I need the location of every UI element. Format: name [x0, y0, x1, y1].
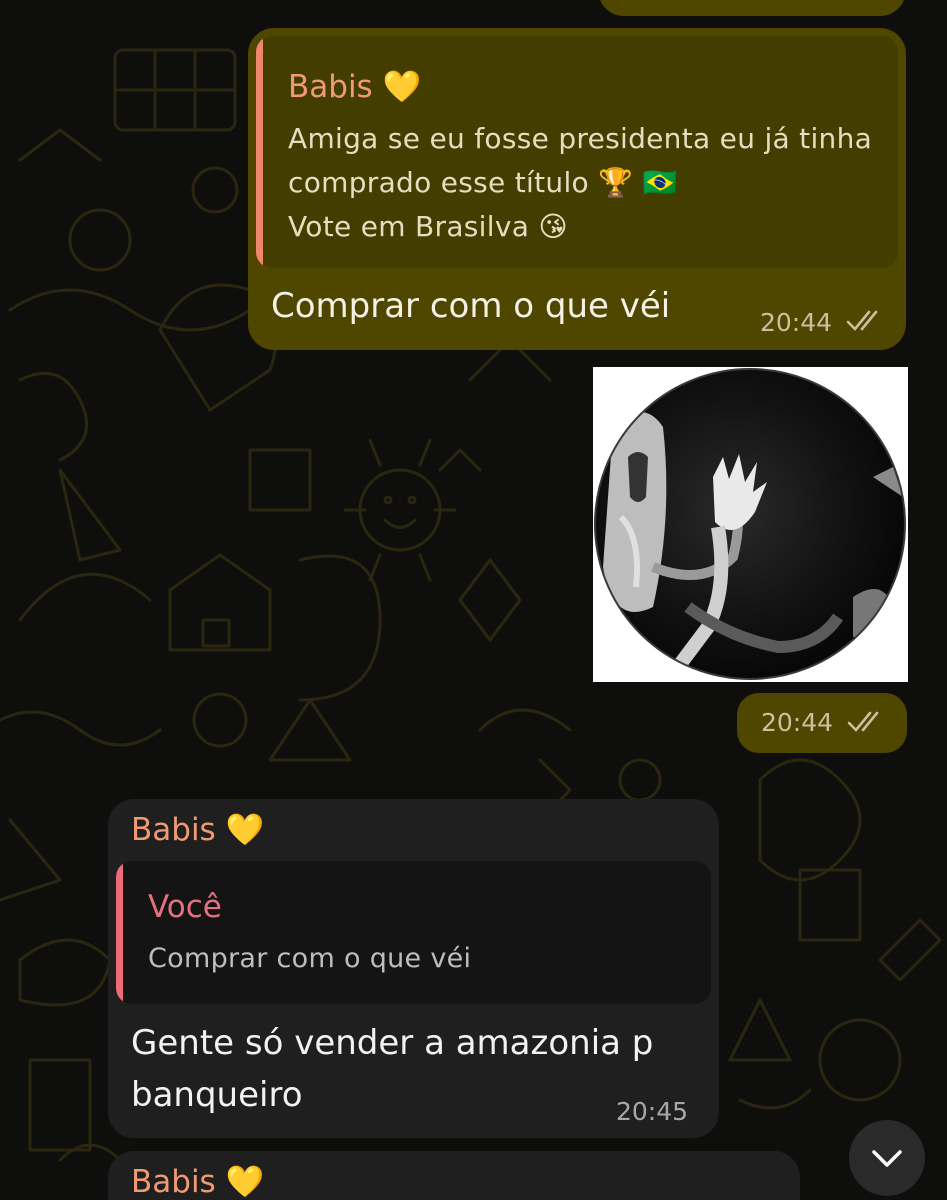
message-text-line: Gente só vender a amazonia p [131, 1023, 654, 1063]
message-time: 20:44 [760, 308, 833, 337]
outgoing-message[interactable]: Babis 💛 Amiga se eu fosse presidenta eu … [248, 28, 906, 350]
incoming-message[interactable]: Babis 💛 [108, 1151, 800, 1200]
quote-text-line: Amiga se eu fosse presidenta eu já tinha [288, 122, 873, 155]
quote-text: Comprar com o que véi [148, 943, 472, 974]
quote-accent-bar [116, 861, 123, 1004]
chevron-down-icon [872, 1150, 902, 1167]
message-text-line: banqueiro [131, 1075, 303, 1115]
message-time: 20:45 [616, 1097, 689, 1126]
sticker-time-badge: 20:44 [737, 693, 907, 753]
scroll-to-bottom-button[interactable] [849, 1120, 925, 1196]
sticker-image[interactable] [593, 367, 908, 682]
reply-quote[interactable]: Você Comprar com o que véi [116, 861, 711, 1004]
message-text: Comprar com o que véi [271, 286, 671, 326]
sender-name[interactable]: Babis 💛 [131, 1163, 264, 1200]
quote-text-line: Vote em Brasilva 😘 [288, 210, 568, 243]
double-check-icon [846, 310, 878, 331]
previous-message-bubble[interactable] [598, 0, 906, 16]
quote-sender-name: Babis 💛 [288, 69, 422, 105]
chat-area[interactable]: Babis 💛 Amiga se eu fosse presidenta eu … [0, 0, 947, 1200]
sender-name[interactable]: Babis 💛 [131, 811, 264, 848]
incoming-message[interactable]: Babis 💛 Você Comprar com o que véi Gente… [108, 799, 719, 1138]
message-time: 20:44 [761, 708, 834, 737]
quote-sender-name: Você [148, 889, 222, 925]
quote-text-line: comprado esse título 🏆 🇧🇷 [288, 166, 678, 199]
sticker-artwork [594, 368, 906, 680]
double-check-icon [847, 711, 879, 732]
quote-accent-bar [256, 36, 263, 268]
reply-quote[interactable]: Babis 💛 Amiga se eu fosse presidenta eu … [256, 36, 898, 268]
